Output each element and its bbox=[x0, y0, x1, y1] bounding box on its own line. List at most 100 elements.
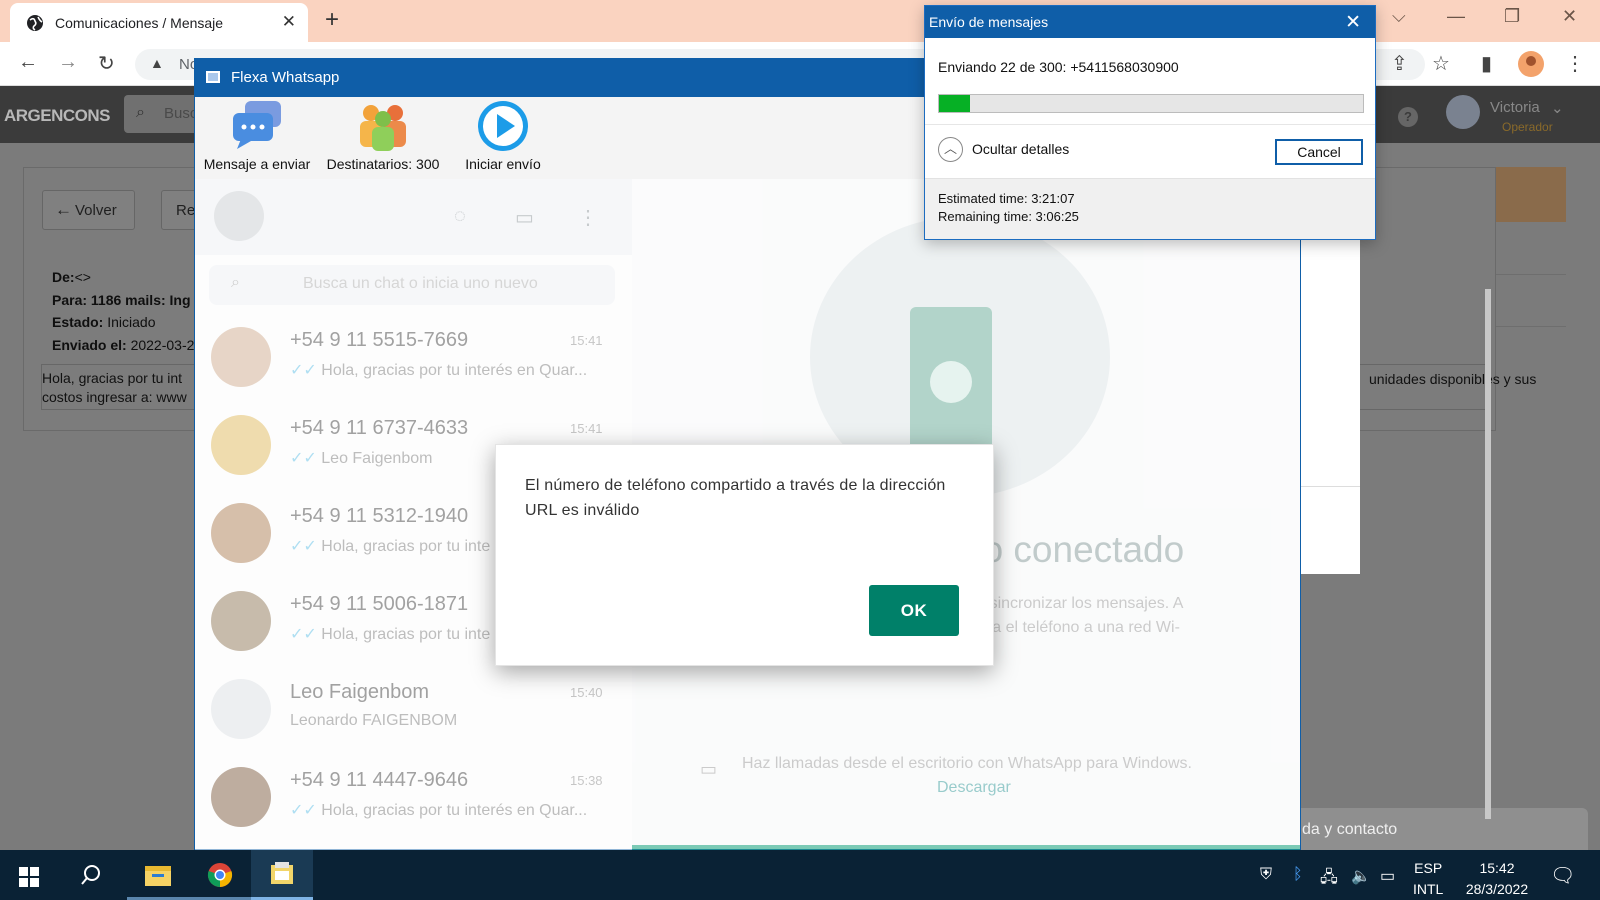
download-link[interactable]: Descargar bbox=[937, 779, 1011, 797]
chat-list-item[interactable]: +54 9 11 5515-7669 15:41 ✓✓ Hola, gracias … bbox=[195, 313, 632, 401]
taskbar-search[interactable] bbox=[60, 850, 122, 900]
bluetooth-icon[interactable]: ᛒ bbox=[1293, 866, 1303, 884]
meta-to-label: Para: bbox=[52, 292, 88, 308]
chat-preview: ✓✓ Hola, gracias por tu interés en Quar.… bbox=[290, 360, 587, 380]
chat-widget[interactable]: da y contacto bbox=[1290, 808, 1588, 850]
vertical-scrollbar[interactable] bbox=[1485, 289, 1491, 819]
chat-preview: Leonardo FAIGENBOM bbox=[290, 712, 457, 730]
battery-icon[interactable]: ▭ bbox=[1380, 866, 1395, 886]
profile-avatar-icon[interactable] bbox=[1518, 51, 1544, 77]
menu-dots-icon[interactable]: ⋮ bbox=[578, 205, 598, 230]
search-icon: ⌕ bbox=[231, 274, 240, 291]
read-ticks-icon: ✓✓ bbox=[290, 626, 322, 643]
ok-button[interactable]: OK bbox=[869, 585, 959, 636]
search-icon: ⌕ bbox=[136, 104, 145, 121]
play-icon bbox=[478, 101, 528, 151]
read-ticks-icon: ✓✓ bbox=[290, 538, 322, 555]
chat-preview: ✓✓ Leo Faigenbom bbox=[290, 448, 432, 468]
taskbar-chrome[interactable] bbox=[189, 850, 251, 900]
recipients-button[interactable]: Destinatarios: 300 bbox=[319, 99, 447, 172]
taskbar-file-explorer[interactable] bbox=[127, 850, 189, 900]
start-button[interactable] bbox=[0, 850, 62, 900]
chat-name: +54 9 11 5515-7669 bbox=[290, 329, 469, 351]
folder-icon bbox=[145, 866, 171, 886]
remaining-time: Remaining time: 3:06:25 bbox=[938, 209, 1079, 224]
sending-progress-bar bbox=[938, 94, 1364, 113]
windows-taskbar: ⛨ ᛒ 🖧 🔈 ▭ ESP INTL 15:42 28/3/2022 🗨 bbox=[0, 850, 1600, 900]
tab-close-icon[interactable]: ✕ bbox=[282, 12, 296, 32]
security-shield-icon[interactable]: ⛨ bbox=[1260, 866, 1272, 884]
read-ticks-icon: ✓✓ bbox=[290, 362, 322, 379]
chat-name: +54 9 11 5006-1871 bbox=[290, 593, 469, 615]
divider bbox=[925, 124, 1375, 125]
arrow-left-icon: ← bbox=[55, 200, 72, 219]
laptop-icon: ▭ bbox=[700, 759, 718, 779]
status-icon[interactable]: ◌ bbox=[454, 205, 466, 228]
notifications-icon[interactable]: 🗨 bbox=[1550, 863, 1575, 888]
search-icon bbox=[81, 865, 100, 885]
help-icon[interactable]: ? bbox=[1398, 107, 1418, 127]
warning-triangle-icon[interactable]: ▲ bbox=[150, 55, 164, 71]
share-icon[interactable]: ⇪ bbox=[1391, 51, 1408, 76]
my-avatar[interactable] bbox=[214, 191, 264, 241]
forward-arrow-icon[interactable]: → bbox=[58, 51, 78, 74]
system-clock[interactable]: 15:42 28/3/2022 bbox=[1457, 858, 1537, 900]
disconnected-heading: no conectado bbox=[962, 529, 1185, 570]
toggle-details-label[interactable]: Ocultar detalles bbox=[972, 141, 1069, 157]
meta-to-value: 1186 mails: Ing bbox=[90, 292, 191, 308]
chat-list-item[interactable]: Leo Faigenbom 15:40 Leonardo FAIGENBOM bbox=[195, 665, 632, 753]
back-button[interactable]: ← Volver bbox=[42, 190, 135, 230]
cancel-button[interactable]: Cancel bbox=[1275, 139, 1363, 165]
chat-time: 15:41 bbox=[570, 333, 603, 348]
taskbar-flexa[interactable] bbox=[251, 850, 313, 900]
clock-date: 28/3/2022 bbox=[1465, 881, 1529, 897]
chat-name: +54 9 11 4447-9646 bbox=[290, 769, 469, 791]
user-avatar[interactable] bbox=[1446, 95, 1480, 129]
chat-preview: ✓✓ Hola, gracias por tu interés en Quar.… bbox=[290, 800, 587, 820]
browser-tab[interactable]: Comunicaciones / Mensaje ✕ bbox=[10, 3, 308, 42]
back-arrow-icon[interactable]: ← bbox=[18, 51, 38, 74]
chat-search-input[interactable]: ⌕ Busca un chat o inicia uno nuevo bbox=[209, 265, 615, 305]
new-chat-icon[interactable]: ▭ bbox=[515, 205, 534, 230]
bookmark-star-icon[interactable]: ☆ bbox=[1432, 51, 1450, 76]
meta-from-label: De: bbox=[52, 269, 75, 285]
network-icon[interactable]: 🖧 bbox=[1320, 866, 1338, 893]
tab-search-icon[interactable]: ⌵ bbox=[1392, 6, 1406, 27]
intro-text-line-1: ara sincronizar los mensajes. A bbox=[962, 595, 1184, 612]
side-panel-icon[interactable]: ▮ bbox=[1481, 51, 1492, 76]
chat-list-item[interactable]: +54 9 11 4447-9646 15:38 ✓✓ Hola, gracias … bbox=[195, 753, 632, 841]
close-icon[interactable]: ✕ bbox=[1345, 11, 1361, 34]
user-role: Operador bbox=[1502, 120, 1553, 134]
restore-icon[interactable]: ❐ bbox=[1504, 6, 1520, 27]
meta-from-value: <> bbox=[74, 269, 91, 285]
chat-time: 15:41 bbox=[570, 421, 603, 436]
volume-icon[interactable]: 🔈 bbox=[1351, 866, 1371, 886]
app-window-icon bbox=[206, 71, 220, 83]
tool-label: Iniciar envío bbox=[465, 156, 541, 172]
reload-icon[interactable]: ↻ bbox=[98, 51, 115, 76]
message-line-right: unidades disponibles y sus bbox=[1369, 371, 1537, 387]
meta-sent: Enviado el: 2022-03-2 bbox=[52, 337, 194, 353]
estimated-time: Estimated time: 3:21:07 bbox=[938, 191, 1075, 206]
flexa-window-title: Flexa Whatsapp bbox=[231, 69, 340, 86]
app-search-placeholder: Busc bbox=[164, 105, 198, 122]
sending-dialog-title-bar[interactable]: Envío de mensajes ✕ bbox=[925, 6, 1375, 38]
chevron-down-icon[interactable]: ⌄ bbox=[1551, 99, 1564, 117]
window-close-icon[interactable]: ✕ bbox=[1562, 6, 1577, 27]
chrome-menu-icon[interactable]: ⋮ bbox=[1565, 51, 1585, 76]
start-sending-button[interactable]: Iniciar envío bbox=[457, 99, 549, 172]
app-logo[interactable]: ARGENCONS bbox=[4, 106, 111, 126]
message-to-send-button[interactable]: Mensaje a enviar bbox=[199, 99, 315, 172]
new-tab-icon[interactable]: + bbox=[325, 6, 339, 34]
minimize-icon[interactable]: — bbox=[1447, 6, 1465, 27]
user-name[interactable]: Victoria bbox=[1490, 99, 1540, 116]
tab-title: Comunicaciones / Mensaje bbox=[55, 15, 224, 31]
secondary-button-label: Re bbox=[176, 202, 196, 219]
input-language[interactable]: ESP INTL bbox=[1413, 858, 1443, 900]
progress-fill bbox=[939, 95, 970, 112]
chat-preview-text: Hola, gracias por tu interés en Quar... bbox=[321, 362, 588, 379]
meta-state-label: Estado: bbox=[52, 314, 104, 330]
people-group-icon bbox=[360, 105, 406, 151]
chevron-up-icon[interactable]: ︿ bbox=[938, 137, 963, 162]
keyboard-layout: INTL bbox=[1413, 881, 1444, 897]
